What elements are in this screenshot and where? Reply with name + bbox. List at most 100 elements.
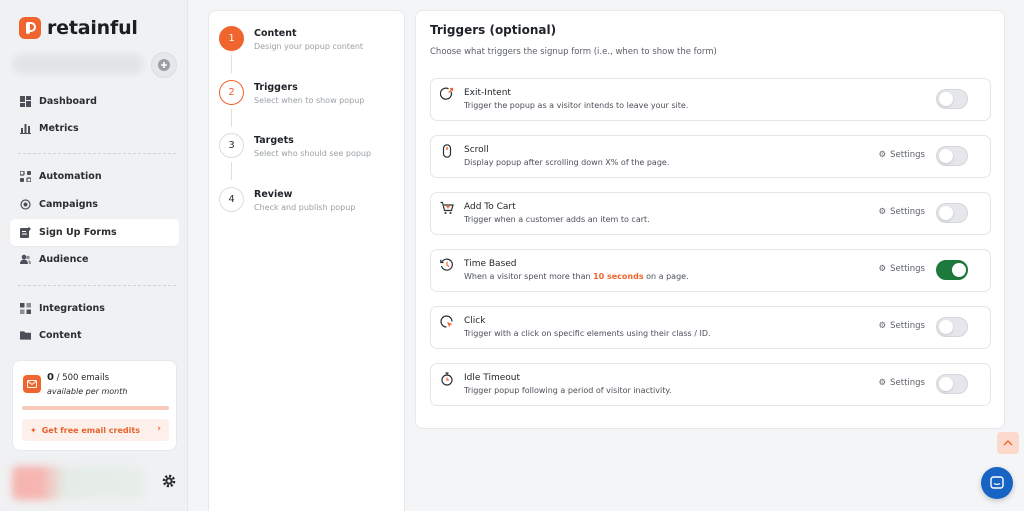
click-toggle[interactable] <box>936 317 968 337</box>
sidebar-item-content[interactable]: Content <box>10 322 179 349</box>
trigger-idle-timeout: Idle Timeout Trigger popup following a p… <box>430 363 991 406</box>
step-title: Review <box>254 189 293 200</box>
add-to-cart-toggle[interactable] <box>936 203 968 223</box>
sidebar-item-label: Metrics <box>39 123 79 134</box>
sidebar-item-label: Audience <box>39 254 89 265</box>
step-number: 2 <box>219 80 244 105</box>
gear-icon: ⚙ <box>878 378 887 388</box>
user-profile[interactable] <box>12 466 144 500</box>
step-triggers[interactable]: 2 Triggers Select when to show popup <box>219 80 364 105</box>
credits-total: / 500 emails <box>56 373 110 383</box>
grid-icon <box>20 303 31 314</box>
cart-icon <box>440 201 454 214</box>
gear-icon: ⚙ <box>878 150 887 160</box>
trigger-description: Display popup after scrolling down X% of… <box>464 158 670 167</box>
description-text: When a visitor spent more than <box>464 272 594 281</box>
step-title: Targets <box>254 135 294 146</box>
step-number: 1 <box>219 26 244 51</box>
step-subtitle: Design your popup content <box>254 42 364 51</box>
plus-icon <box>158 59 170 71</box>
credits-progress-bar <box>22 406 169 410</box>
idle-timeout-settings-button[interactable]: ⚙ Settings <box>879 378 926 388</box>
trigger-description: When a visitor spent more than 10 second… <box>464 272 689 281</box>
retainful-logo-icon <box>19 17 41 39</box>
scroll-to-top-button[interactable] <box>997 432 1019 454</box>
trigger-name: Add To Cart <box>464 202 516 212</box>
step-connector <box>231 55 232 73</box>
sidebar-item-dashboard[interactable]: Dashboard <box>10 88 179 115</box>
trigger-time-based: Time Based When a visitor spent more tha… <box>430 249 991 292</box>
time-threshold: 10 seconds <box>593 272 644 281</box>
sidebar-item-metrics[interactable]: Metrics <box>10 115 179 142</box>
add-store-button[interactable] <box>151 52 177 78</box>
sidebar-item-campaigns[interactable]: Campaigns <box>10 191 179 218</box>
step-subtitle: Check and publish popup <box>254 203 356 212</box>
history-clock-icon <box>440 258 453 271</box>
sidebar-divider <box>18 153 176 154</box>
sidebar-item-label: Integrations <box>39 303 105 314</box>
email-credits-card: 0 / 500 emails available per month ✦ Get… <box>12 360 177 451</box>
step-connector <box>231 162 232 180</box>
step-title: Triggers <box>254 82 298 93</box>
triggers-subtitle: Choose what triggers the signup form (i.… <box>430 47 717 57</box>
scroll-settings-button[interactable]: ⚙ Settings <box>879 150 926 160</box>
step-connector <box>231 109 232 127</box>
time-based-settings-button[interactable]: ⚙ Settings <box>879 264 926 274</box>
chevron-right-icon: › <box>157 424 161 434</box>
sidebar-item-label: Content <box>39 330 82 341</box>
click-settings-button[interactable]: ⚙ Settings <box>879 321 926 331</box>
sidebar-item-automation[interactable]: Automation <box>10 163 179 190</box>
step-number: 4 <box>219 187 244 212</box>
mail-icon <box>23 375 41 393</box>
trigger-description: Trigger when a customer adds an item to … <box>464 215 650 224</box>
toggle-knob <box>939 92 953 106</box>
sidebar-item-sign-up-forms[interactable]: Sign Up Forms <box>10 219 179 246</box>
trigger-name: Exit-Intent <box>464 88 511 98</box>
sidebar-item-label: Campaigns <box>39 199 98 210</box>
trigger-scroll: Scroll Display popup after scrolling dow… <box>430 135 991 178</box>
description-text: on a page. <box>643 272 689 281</box>
step-title: Content <box>254 28 297 39</box>
get-free-credits-link[interactable]: ✦ Get free email credits › <box>22 419 169 441</box>
settings-label: Settings <box>890 264 925 274</box>
trigger-add-to-cart: Add To Cart Trigger when a customer adds… <box>430 192 991 235</box>
trigger-description: Trigger with a click on specific element… <box>464 329 711 338</box>
credits-cta-label: Get free email credits <box>41 425 140 435</box>
sidebar-divider <box>18 285 176 286</box>
brand-name: retainful <box>47 17 138 39</box>
settings-label: Settings <box>890 150 925 160</box>
gear-icon[interactable] <box>161 473 177 489</box>
trigger-name: Scroll <box>464 145 489 155</box>
exit-intent-toggle[interactable] <box>936 89 968 109</box>
sidebar-item-integrations[interactable]: Integrations <box>10 295 179 322</box>
bar-chart-icon <box>20 123 31 134</box>
trigger-description: Trigger the popup as a visitor intends t… <box>464 101 689 110</box>
step-review[interactable]: 4 Review Check and publish popup <box>219 187 355 212</box>
folder-icon <box>20 330 31 341</box>
add-to-cart-settings-button[interactable]: ⚙ Settings <box>879 207 926 217</box>
toggle-knob <box>939 206 953 220</box>
click-icon <box>440 315 453 328</box>
time-based-toggle[interactable] <box>936 260 968 280</box>
idle-timeout-toggle[interactable] <box>936 374 968 394</box>
gear-icon: ⚙ <box>878 264 887 274</box>
automation-icon <box>20 171 31 182</box>
sparkle-icon: ✦ <box>30 425 37 435</box>
gear-icon: ⚙ <box>878 207 887 217</box>
triggers-title: Triggers (optional) <box>430 23 557 37</box>
step-targets[interactable]: 3 Targets Select who should see popup <box>219 133 371 158</box>
triggers-card: Triggers (optional) Choose what triggers… <box>415 10 1005 429</box>
mouse-scroll-icon <box>442 144 452 158</box>
scroll-toggle[interactable] <box>936 146 968 166</box>
sidebar: retainful Dashboard Metrics Automation C… <box>0 0 188 511</box>
toggle-knob <box>939 377 953 391</box>
step-content[interactable]: 1 Content Design your popup content <box>219 26 363 51</box>
sidebar-item-audience[interactable]: Audience <box>10 246 179 273</box>
brand-logo[interactable]: retainful <box>19 17 138 39</box>
exit-intent-icon <box>440 87 454 100</box>
chat-support-button[interactable] <box>981 467 1013 499</box>
account-switcher[interactable] <box>12 54 144 74</box>
trigger-exit-intent: Exit-Intent Trigger the popup as a visit… <box>430 78 991 121</box>
step-subtitle: Select who should see popup <box>254 149 372 158</box>
settings-label: Settings <box>890 207 925 217</box>
